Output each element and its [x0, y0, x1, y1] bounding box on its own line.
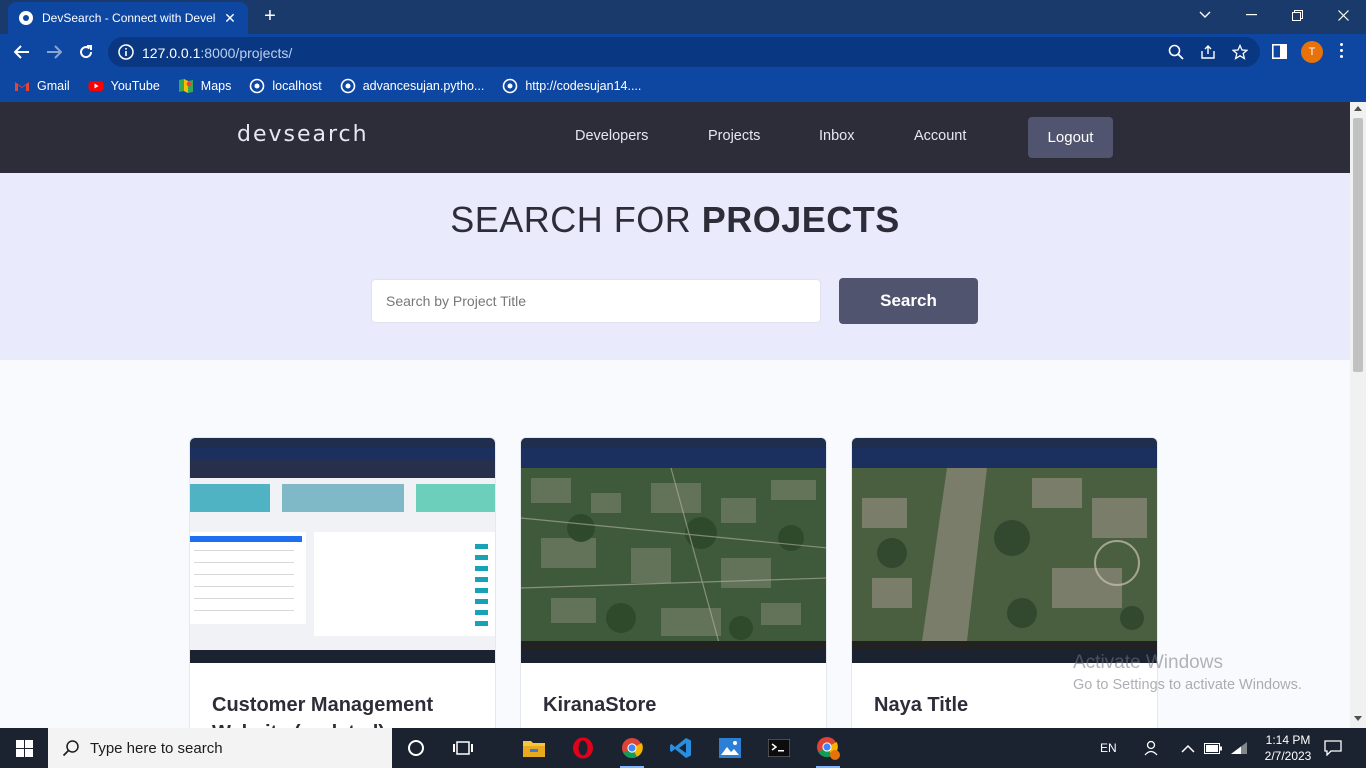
clock-date: 2/7/2023 — [1264, 749, 1312, 763]
chrome-profile-icon[interactable] — [808, 732, 848, 768]
search-icon — [62, 740, 79, 757]
search-input[interactable] — [371, 279, 821, 323]
project-title[interactable]: Customer Management Website (updated) — [212, 691, 482, 728]
bookmarks-bar: Gmail YouTube Maps localhost advancesuja… — [0, 70, 1366, 102]
activate-windows-subtitle: Go to Settings to activate Windows. — [1073, 677, 1302, 693]
project-thumbnail — [521, 438, 826, 663]
url-path: :8000/projects/ — [200, 45, 293, 61]
windows-taskbar: Type here to search EN 1:14 PM 2/7/2023 — [0, 728, 1366, 768]
clock-time: 1:14 PM — [1265, 733, 1311, 747]
page-viewport: devsearch Developers Projects Inbox Acco… — [0, 102, 1350, 728]
file-explorer-icon[interactable] — [514, 732, 554, 764]
side-panel-icon[interactable] — [1272, 44, 1287, 59]
tab-close-icon[interactable]: ✕ — [222, 10, 238, 27]
gmail-icon — [15, 82, 29, 91]
show-hidden-icons-icon[interactable] — [1181, 728, 1195, 768]
notification-icon[interactable] — [1324, 728, 1342, 768]
project-thumbnail — [852, 438, 1157, 663]
bookmark-star-icon[interactable] — [1232, 44, 1248, 60]
terminal-icon[interactable] — [759, 732, 799, 764]
page-scrollbar[interactable] — [1350, 102, 1366, 728]
bookmark-youtube[interactable]: YouTube — [88, 78, 160, 94]
zoom-icon[interactable] — [1168, 44, 1184, 60]
language-indicator[interactable]: EN — [1100, 728, 1117, 768]
minimize-icon[interactable] — [1228, 0, 1274, 30]
site-logo[interactable]: devsearch — [237, 122, 369, 147]
title-bold: PROJECTS — [701, 199, 900, 240]
project-title[interactable]: Naya Title — [874, 691, 1144, 719]
bookmark-label: Maps — [200, 79, 232, 93]
site-navbar: devsearch Developers Projects Inbox Acco… — [0, 102, 1350, 173]
battery-icon[interactable] — [1204, 728, 1222, 768]
profile-avatar[interactable]: T — [1301, 41, 1323, 63]
page-title: SEARCH FOR PROJECTS — [0, 199, 1350, 241]
search-hero: SEARCH FOR PROJECTS Search — [0, 173, 1350, 360]
scroll-down-icon[interactable] — [1354, 716, 1362, 721]
nav-developers[interactable]: Developers — [575, 128, 648, 144]
globe-icon — [503, 78, 518, 94]
taskbar-search-box[interactable]: Type here to search — [48, 728, 392, 768]
opera-icon[interactable] — [563, 732, 603, 764]
chrome-icon[interactable] — [612, 732, 652, 768]
browser-tab-active[interactable]: DevSearch - Connect with Develo ✕ — [8, 2, 248, 34]
restore-icon[interactable] — [1274, 0, 1320, 30]
globe-icon — [340, 78, 356, 94]
bookmark-codesujan[interactable]: http://codesujan14.... — [502, 78, 641, 94]
new-tab-icon[interactable]: + — [258, 6, 282, 26]
bookmark-advancesujan[interactable]: advancesujan.pytho... — [340, 78, 485, 94]
taskbar-clock[interactable]: 1:14 PM 2/7/2023 — [1256, 732, 1320, 764]
maps-icon — [178, 79, 193, 93]
bookmark-label: http://codesujan14.... — [525, 79, 642, 93]
scrollbar-thumb[interactable] — [1353, 118, 1363, 372]
browser-tab-strip: DevSearch - Connect with Develo ✕ + — [0, 0, 1366, 34]
title-light: SEARCH FOR — [450, 199, 702, 240]
nav-projects[interactable]: Projects — [708, 128, 760, 144]
browser-toolbar: 127.0.0.1:8000/projects/ T — [0, 34, 1366, 70]
bookmark-label: YouTube — [110, 79, 160, 93]
people-icon[interactable] — [1144, 728, 1162, 768]
activate-windows-title: Activate Windows — [1073, 652, 1223, 673]
logo-text: devsearch — [237, 122, 369, 147]
tab-title: DevSearch - Connect with Develo — [42, 11, 216, 25]
project-card[interactable]: KiranaStore — [520, 437, 827, 728]
vscode-icon[interactable] — [661, 732, 701, 764]
bookmark-localhost[interactable]: localhost — [249, 78, 322, 94]
nav-account[interactable]: Account — [914, 128, 966, 144]
forward-icon[interactable] — [42, 40, 66, 64]
logout-button[interactable]: Logout — [1028, 117, 1113, 158]
task-view-icon[interactable] — [443, 732, 483, 764]
share-icon[interactable] — [1200, 44, 1216, 60]
cortana-icon[interactable] — [396, 732, 436, 764]
devsearch-favicon-icon — [19, 11, 33, 25]
photos-icon[interactable] — [710, 732, 750, 764]
project-thumbnail — [190, 438, 495, 663]
search-button[interactable]: Search — [839, 278, 978, 324]
nav-inbox[interactable]: Inbox — [819, 128, 854, 144]
url-text[interactable]: 127.0.0.1:8000/projects/ — [142, 45, 292, 61]
windows-start-icon[interactable] — [0, 728, 48, 768]
youtube-icon — [88, 81, 104, 91]
reload-icon[interactable] — [74, 40, 98, 64]
bookmark-maps[interactable]: Maps — [178, 78, 232, 94]
taskbar-search-placeholder: Type here to search — [90, 739, 223, 757]
close-window-icon[interactable] — [1320, 0, 1366, 30]
project-title[interactable]: KiranaStore — [543, 691, 813, 719]
address-bar[interactable]: 127.0.0.1:8000/projects/ — [108, 37, 1260, 67]
browser-menu-icon[interactable] — [1340, 43, 1344, 61]
wifi-icon[interactable] — [1230, 728, 1248, 768]
scroll-up-icon[interactable] — [1354, 106, 1362, 111]
url-host: 127.0.0.1 — [142, 45, 201, 61]
site-info-icon[interactable] — [118, 44, 134, 60]
back-icon[interactable] — [10, 40, 34, 64]
tab-search-icon[interactable] — [1182, 0, 1228, 30]
project-card[interactable]: Customer Management Website (updated) — [189, 437, 496, 728]
bookmark-label: advancesujan.pytho... — [362, 79, 485, 93]
globe-icon — [250, 78, 265, 94]
bookmark-gmail[interactable]: Gmail — [14, 78, 70, 94]
bookmark-label: localhost — [272, 79, 322, 93]
bookmark-label: Gmail — [37, 79, 70, 93]
